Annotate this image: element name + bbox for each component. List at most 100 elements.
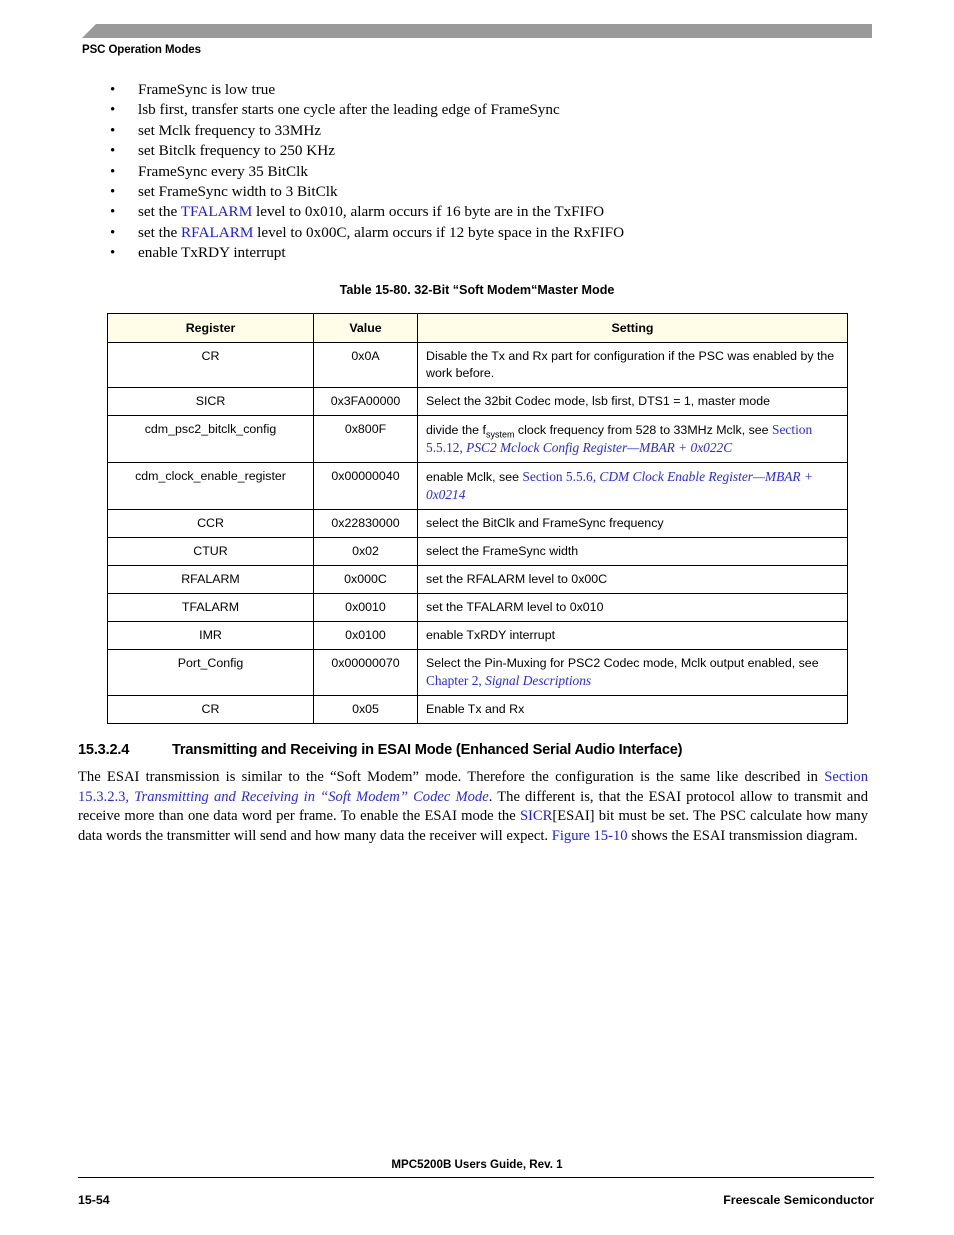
table-row: CTUR 0x02 select the FrameSync width [107, 537, 848, 566]
setting-text: Disable the Tx and Rx part for configura… [426, 349, 835, 380]
cell-value: 0x22830000 [313, 509, 418, 538]
list-item-text: set Bitclk frequency to 250 KHz [138, 141, 870, 161]
table-header-row: Register Value Setting [107, 313, 848, 343]
section-title: Transmitting and Receiving in ESAI Mode … [172, 742, 683, 758]
cell-setting: Select the Pin-Muxing for PSC2 Codec mod… [417, 649, 848, 696]
column-header-register: Register [107, 313, 314, 343]
footer-document-title: MPC5200B Users Guide, Rev. 1 [391, 1158, 563, 1171]
list-item-text: set the TFALARM level to 0x010, alarm oc… [138, 202, 870, 222]
cell-register: CR [107, 342, 314, 388]
cell-value: 0x02 [313, 537, 418, 566]
table-row: CR 0x05 Enable Tx and Rx [107, 695, 848, 724]
list-item-text: set FrameSync width to 3 BitClk [138, 182, 870, 202]
list-item-prefix: set the [138, 203, 181, 221]
bullet-icon: • [110, 143, 116, 160]
table-row: SICR 0x3FA00000 Select the 32bit Codec m… [107, 387, 848, 416]
list-item-text: set Mclk frequency to 33MHz [138, 121, 870, 141]
section-paragraph: The ESAI transmission is similar to the … [78, 768, 868, 846]
list-item-text: enable TxRDY interrupt [138, 243, 870, 263]
cell-value: 0x00000070 [313, 649, 418, 696]
list-item: • set Bitclk frequency to 250 KHz [110, 141, 870, 161]
setting-text: enable Mclk, see [426, 470, 523, 484]
bullet-icon: • [110, 102, 116, 119]
xref-title: PSC2 Mclock Config Register—MBAR + 0x022… [466, 440, 733, 455]
cell-register: cdm_psc2_bitclk_config [107, 415, 314, 463]
sicr-link[interactable]: SICR [520, 808, 552, 824]
list-item: • set the RFALARM level to 0x00C, alarm … [110, 223, 870, 243]
setting-text: set the RFALARM level to 0x00C [426, 572, 608, 586]
section-heading: 15.3.2.4 Transmitting and Receiving in E… [78, 742, 878, 758]
cell-value: 0x800F [313, 415, 418, 463]
footer-page-number: 15-54 [78, 1193, 110, 1207]
list-item: • lsb first, transfer starts one cycle a… [110, 100, 870, 120]
cell-register: CR [107, 695, 314, 724]
list-item: • set Mclk frequency to 33MHz [110, 121, 870, 141]
cell-setting: Select the 32bit Codec mode, lsb first, … [417, 387, 848, 416]
rfalarm-link[interactable]: RFALARM [181, 224, 253, 241]
list-item-text: lsb first, transfer starts one cycle aft… [138, 100, 870, 120]
bullet-list: • FrameSync is low true • lsb first, tra… [110, 80, 870, 264]
cell-value: 0x000C [313, 565, 418, 594]
list-item-suffix: level to 0x010, alarm occurs if 16 byte … [252, 203, 605, 221]
list-item-suffix: level to 0x00C, alarm occurs if 12 byte … [253, 223, 625, 241]
table-row: RFALARM 0x000C set the RFALARM level to … [107, 565, 848, 594]
setting-text: clock frequency from 528 to 33MHz Mclk, … [514, 423, 773, 437]
setting-text: set the TFALARM level to 0x010 [426, 600, 604, 614]
bullet-icon: • [110, 122, 116, 139]
setting-prefix: divide the f [426, 423, 486, 437]
table-row: TFALARM 0x0010 set the TFALARM level to … [107, 593, 848, 622]
bullet-icon: • [110, 163, 116, 180]
footer-divider [78, 1177, 874, 1178]
cell-register: IMR [107, 621, 314, 650]
list-item-prefix: set the [138, 223, 182, 241]
cell-setting: set the RFALARM level to 0x00C [417, 565, 848, 594]
list-item-suffix: set Mclk frequency to 33MHz [138, 121, 322, 139]
cell-value: 0x0100 [313, 621, 418, 650]
xref-section: Chapter 2, [426, 673, 486, 688]
paragraph-part-4: shows the ESAI transmission diagram. [627, 827, 858, 844]
list-item-suffix: set Bitclk frequency to 250 KHz [138, 142, 335, 160]
cell-setting: Enable Tx and Rx [417, 695, 848, 724]
setting-subscript: system [485, 429, 515, 440]
table-caption: Table 15-80. 32-Bit “Soft Modem“Master M… [339, 283, 615, 297]
table-row: IMR 0x0100 enable TxRDY interrupt [107, 621, 848, 650]
cell-value: 0x3FA00000 [313, 387, 418, 416]
list-item-suffix: FrameSync every 35 BitClk [138, 162, 308, 180]
bullet-icon: • [110, 245, 116, 262]
cell-register: RFALARM [107, 565, 314, 594]
list-item: • FrameSync every 35 BitClk [110, 162, 870, 182]
xref-title: Transmitting and Receiving in “Soft Mode… [134, 788, 489, 805]
cell-register: TFALARM [107, 593, 314, 622]
setting-text: Select the 32bit Codec mode, lsb first, … [426, 394, 770, 408]
list-item-suffix: lsb first, transfer starts one cycle aft… [138, 101, 560, 119]
cell-value: 0x05 [313, 695, 418, 724]
cell-setting: Disable the Tx and Rx part for configura… [417, 342, 848, 388]
list-item: • set FrameSync width to 3 BitClk [110, 182, 870, 202]
cell-setting: enable TxRDY interrupt [417, 621, 848, 650]
table-row: cdm_psc2_bitclk_config 0x800F divide the… [107, 415, 848, 463]
list-item: • FrameSync is low true [110, 80, 870, 100]
cell-setting: enable Mclk, see Section 5.5.6, CDM Cloc… [417, 462, 848, 510]
list-item-suffix: set FrameSync width to 3 BitClk [138, 182, 338, 200]
bullet-icon: • [110, 183, 116, 200]
paragraph-part-1: The ESAI transmission is similar to the … [78, 769, 825, 785]
cell-value: 0x00000040 [313, 462, 418, 510]
tfalarm-link[interactable]: TFALARM [181, 203, 252, 220]
column-header-value: Value [313, 313, 418, 343]
table-row: Port_Config 0x00000070 Select the Pin-Mu… [107, 649, 848, 696]
section-number: 15.3.2.4 [78, 742, 130, 758]
figure-link[interactable]: Figure 15-10 [552, 828, 628, 844]
list-item-text: set the RFALARM level to 0x00C, alarm oc… [138, 223, 870, 243]
cell-register: CCR [107, 509, 314, 538]
cross-reference-link[interactable]: Chapter 2, Signal Descriptions [426, 673, 591, 688]
setting-text: select the FrameSync width [426, 544, 579, 558]
table-row: CR 0x0A Disable the Tx and Rx part for c… [107, 342, 848, 388]
setting-text: select the BitClk and FrameSync frequenc… [426, 516, 664, 530]
cell-value: 0x0010 [313, 593, 418, 622]
list-item-suffix: enable TxRDY interrupt [138, 244, 286, 262]
register-settings-table: Register Value Setting CR 0x0A Disable t… [107, 313, 848, 724]
table-row: cdm_clock_enable_register 0x00000040 ena… [107, 462, 848, 510]
cell-register: cdm_clock_enable_register [107, 462, 314, 510]
cell-register: SICR [107, 387, 314, 416]
running-header-title: PSC Operation Modes [82, 44, 201, 56]
